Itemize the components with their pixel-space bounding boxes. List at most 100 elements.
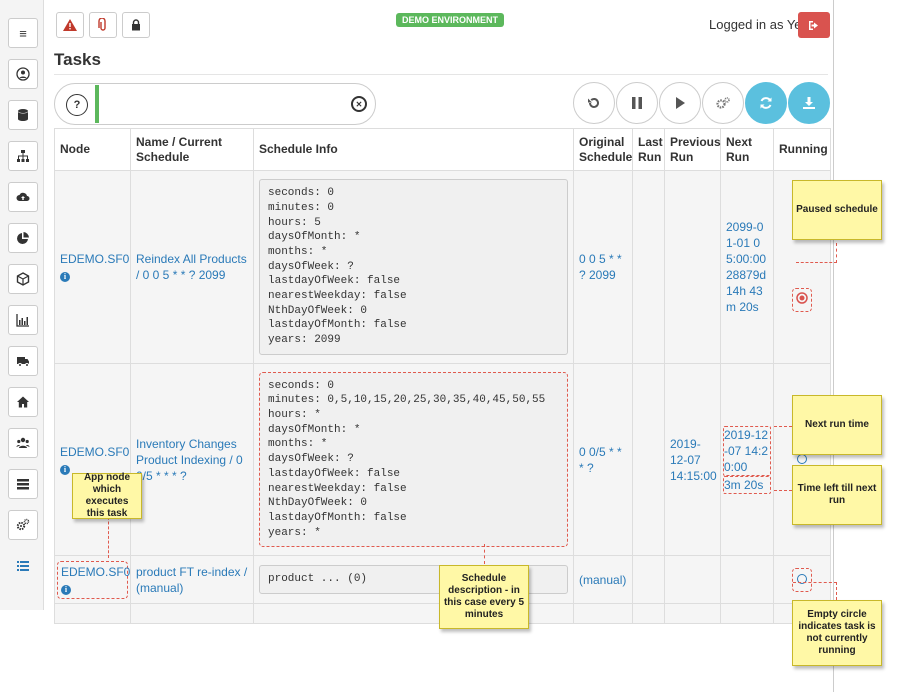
divider xyxy=(54,74,828,75)
demo-environment-badge: DEMO ENVIRONMENT xyxy=(396,13,505,27)
header-last-run[interactable]: Last Run xyxy=(632,128,665,171)
header-previous-run[interactable]: Previous Run xyxy=(664,128,721,171)
paperclip-icon[interactable] xyxy=(89,12,117,38)
pause-icon xyxy=(632,97,642,109)
cogs-icon[interactable] xyxy=(8,510,38,540)
note-paused-schedule: Paused schedule xyxy=(792,180,882,240)
previous-run xyxy=(664,170,721,364)
connector-line xyxy=(836,582,837,600)
running-cell xyxy=(773,555,831,604)
note-app-node: App node which executes this task xyxy=(72,472,142,519)
table-header-row: Node Name / Current Schedule Schedule In… xyxy=(54,128,831,171)
note-time-left: Time left till next run xyxy=(792,465,882,525)
download-icon xyxy=(803,97,815,109)
connector-line xyxy=(836,243,837,263)
info-icon[interactable]: i xyxy=(60,464,70,475)
next-run-cell: 2019-12-07 14:20:00 3m 20s xyxy=(720,363,774,556)
paused-icon[interactable] xyxy=(796,292,808,304)
bar-chart-icon[interactable] xyxy=(8,305,38,335)
connector-line xyxy=(796,262,837,263)
logout-button[interactable] xyxy=(798,12,830,38)
connector-line xyxy=(774,426,792,427)
header-original-schedule[interactable]: Original Schedule xyxy=(573,128,633,171)
header-running[interactable]: Running xyxy=(773,128,831,171)
next-run: 2099-01-01 05:00:00 28879d 14h 43m 20s xyxy=(720,170,774,364)
table-row: EDEMO.SF0 i Reindex All Products / 0 0 5 … xyxy=(54,170,831,364)
next-run-time: 2019-12-07 14:20:00 xyxy=(723,425,771,476)
last-run xyxy=(632,363,665,556)
task-name-link[interactable]: product FT re-index / (manual) xyxy=(130,555,254,604)
lock-icon[interactable] xyxy=(122,12,150,38)
page-title: Tasks xyxy=(54,50,101,69)
node-link[interactable]: EDEMO.SF0 xyxy=(60,252,129,266)
task-name-link[interactable]: Reindex All Products / 0 0 5 * * ? 2099 xyxy=(130,170,254,364)
node-cell: EDEMO.SF0 i xyxy=(54,363,131,556)
sitemap-icon[interactable] xyxy=(8,141,38,171)
truck-icon[interactable] xyxy=(8,346,38,376)
running-status-icon[interactable] xyxy=(797,453,807,464)
header-name[interactable]: Name / Current Schedule xyxy=(130,128,254,171)
last-run xyxy=(632,170,665,364)
connector-line xyxy=(774,490,792,491)
cogs-icon xyxy=(716,97,730,109)
schedule-info-text: seconds: 0 minutes: 0 hours: 5 daysOfMon… xyxy=(259,179,568,355)
tasks-table: Node Name / Current Schedule Schedule In… xyxy=(54,128,831,624)
info-icon[interactable]: i xyxy=(60,272,70,282)
cloud-upload-icon[interactable] xyxy=(8,182,38,212)
search-status-bar xyxy=(95,85,99,123)
refresh-icon xyxy=(760,97,772,109)
sign-out-icon xyxy=(809,20,818,30)
clear-icon[interactable]: ✕ xyxy=(351,96,367,112)
app-node-highlight: EDEMO.SF0 i xyxy=(57,560,130,599)
node-link[interactable]: EDEMO.SF0 xyxy=(61,565,130,579)
server-icon[interactable] xyxy=(8,469,38,499)
note-schedule-description: Schedule description - in this case ever… xyxy=(439,565,529,629)
sidebar: ≡ xyxy=(0,0,44,610)
empty-circle-wrap xyxy=(792,567,812,592)
next-run xyxy=(720,555,774,604)
header-next-run[interactable]: Next Run xyxy=(720,128,774,171)
schedule-info-cell: seconds: 0 minutes: 0 hours: 5 daysOfMon… xyxy=(253,170,574,364)
pause-button[interactable] xyxy=(616,82,658,124)
info-icon[interactable]: i xyxy=(61,584,71,595)
search-input[interactable] xyxy=(103,90,343,118)
node-link[interactable]: EDEMO.SF0 xyxy=(60,445,129,459)
help-icon[interactable]: ? xyxy=(66,94,88,116)
play-button[interactable] xyxy=(659,82,701,124)
header-schedule-info[interactable]: Schedule Info xyxy=(253,128,574,171)
pie-chart-icon[interactable] xyxy=(8,223,38,253)
settings-button[interactable] xyxy=(702,82,744,124)
previous-run: 2019-12-07 14:15:00 xyxy=(664,363,721,556)
node-cell: EDEMO.SF0 i xyxy=(54,170,131,364)
connector-line xyxy=(793,582,837,583)
refresh-button[interactable] xyxy=(745,82,787,124)
previous-run xyxy=(664,555,721,604)
task-name-link[interactable]: Inventory Changes Product Indexing / 0 0… xyxy=(130,363,254,556)
warning-icon[interactable] xyxy=(56,12,84,38)
header-node[interactable]: Node xyxy=(54,128,131,171)
original-schedule: 0 0/5 * * * ? xyxy=(573,363,633,556)
reset-button[interactable] xyxy=(573,82,615,124)
home-icon[interactable] xyxy=(8,387,38,417)
undo-icon xyxy=(588,97,599,108)
download-button[interactable] xyxy=(788,82,830,124)
running-cell xyxy=(773,363,831,556)
database-icon[interactable] xyxy=(8,100,38,130)
last-run xyxy=(632,555,665,604)
logged-in-text: Logged in as Yes xyxy=(709,17,809,32)
play-icon xyxy=(676,97,685,109)
original-schedule: 0 0 5 * * ? 2099 xyxy=(573,170,633,364)
user-icon[interactable] xyxy=(8,59,38,89)
connector-line xyxy=(484,544,485,564)
schedule-info-text: seconds: 0 minutes: 0,5,10,15,20,25,30,3… xyxy=(259,371,568,548)
users-icon[interactable] xyxy=(8,428,38,458)
list-icon[interactable] xyxy=(8,551,38,581)
table-row: EDEMO.SF0 i Inventory Changes Product Ind… xyxy=(54,363,831,556)
menu-icon[interactable]: ≡ xyxy=(8,18,38,48)
search-box: ? ✕ xyxy=(54,83,376,125)
schedule-info-cell: seconds: 0 minutes: 0,5,10,15,20,25,30,3… xyxy=(253,363,574,556)
next-run-time-left: 3m 20s xyxy=(723,475,771,494)
paused-indicator-wrap xyxy=(792,288,812,312)
cube-icon[interactable] xyxy=(8,264,38,294)
node-cell: EDEMO.SF0 i xyxy=(54,555,131,604)
